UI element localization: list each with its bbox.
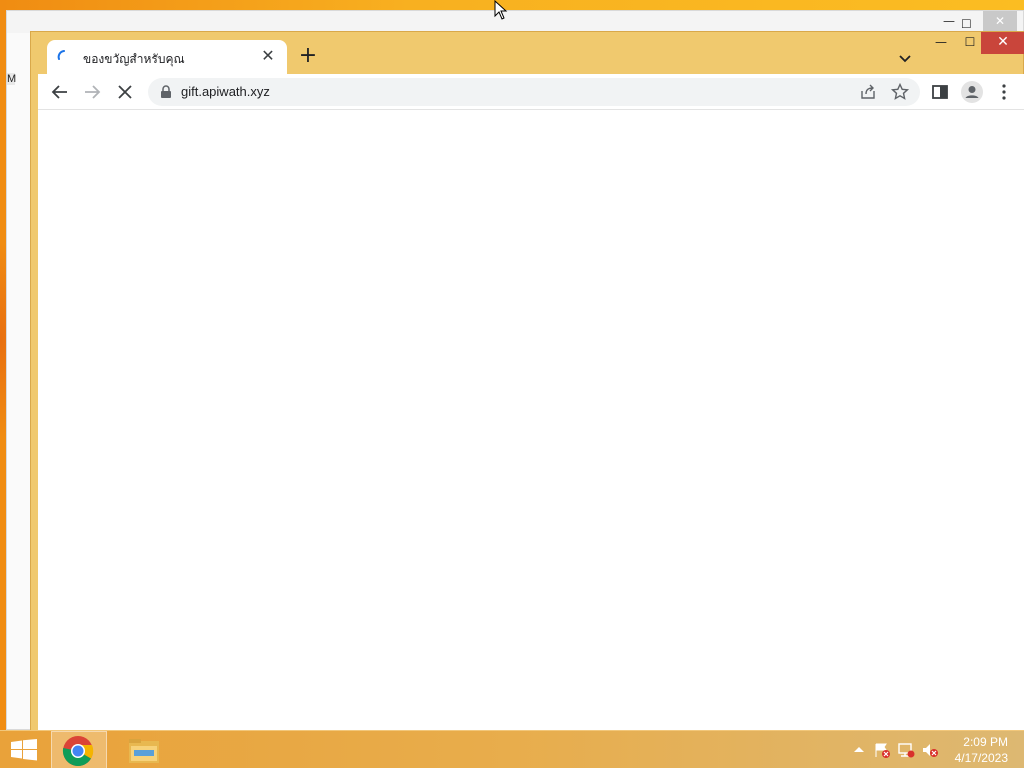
close-window-button[interactable]: ✕ — [981, 32, 1024, 54]
network-icon[interactable] — [897, 742, 915, 758]
windows-start-icon[interactable] — [10, 739, 38, 761]
system-clock[interactable]: 2:09 PM 4/17/2023 — [955, 734, 1008, 766]
back-arrow-icon[interactable] — [48, 80, 72, 104]
background-maximize-button[interactable]: ☐ — [961, 17, 972, 31]
forward-arrow-icon[interactable] — [80, 80, 104, 104]
url-text[interactable]: gift.apiwath.xyz — [181, 84, 270, 99]
background-window-titlebar[interactable]: — ☐ ✕ — [7, 11, 1023, 33]
address-bar[interactable]: gift.apiwath.xyz — [148, 78, 920, 106]
background-window-text: M — [7, 73, 17, 85]
volume-muted-icon[interactable] — [921, 742, 939, 758]
taskbar-explorer-button[interactable] — [116, 731, 172, 768]
side-panel-icon[interactable] — [928, 80, 952, 104]
new-tab-button[interactable]: + — [295, 44, 321, 70]
browser-toolbar: gift.apiwath.xyz — [38, 74, 1024, 110]
taskbar-chrome-button[interactable] — [51, 731, 107, 768]
chrome-icon — [62, 736, 94, 766]
loading-spinner-icon — [57, 50, 65, 60]
clock-time: 2:09 PM — [963, 735, 1008, 749]
tab-close-button[interactable]: ✕ — [259, 47, 277, 65]
tab-title: ของขวัญสำหรับคุณ — [83, 52, 185, 66]
tab-search-chevron-icon[interactable] — [893, 46, 917, 70]
page-content[interactable] — [38, 110, 1024, 730]
browser-window[interactable]: ของขวัญสำหรับคุณ ✕ + — ☐ ✕ gift.apiwath.… — [30, 31, 1024, 737]
background-close-button[interactable]: ✕ — [983, 11, 1017, 31]
taskbar: 2:09 PM 4/17/2023 — [0, 730, 1024, 768]
mouse-cursor-icon — [494, 0, 508, 20]
stop-loading-icon[interactable] — [113, 80, 137, 104]
tab-strip[interactable]: ของขวัญสำหรับคุณ ✕ + — ☐ ✕ — [31, 32, 1024, 74]
menu-kebab-icon[interactable] — [992, 80, 1016, 104]
bookmark-star-icon[interactable] — [890, 82, 910, 102]
profile-avatar-icon[interactable] — [960, 80, 984, 104]
share-icon[interactable] — [858, 82, 878, 102]
tab-active[interactable]: ของขวัญสำหรับคุณ ✕ — [47, 40, 287, 74]
clock-date: 4/17/2023 — [954, 751, 1008, 765]
action-center-flag-icon[interactable] — [873, 742, 891, 758]
lock-icon[interactable] — [160, 85, 172, 99]
background-minimize-button[interactable]: — — [943, 14, 955, 28]
file-explorer-icon — [129, 739, 159, 763]
show-hidden-icons-arrow[interactable] — [850, 742, 868, 758]
